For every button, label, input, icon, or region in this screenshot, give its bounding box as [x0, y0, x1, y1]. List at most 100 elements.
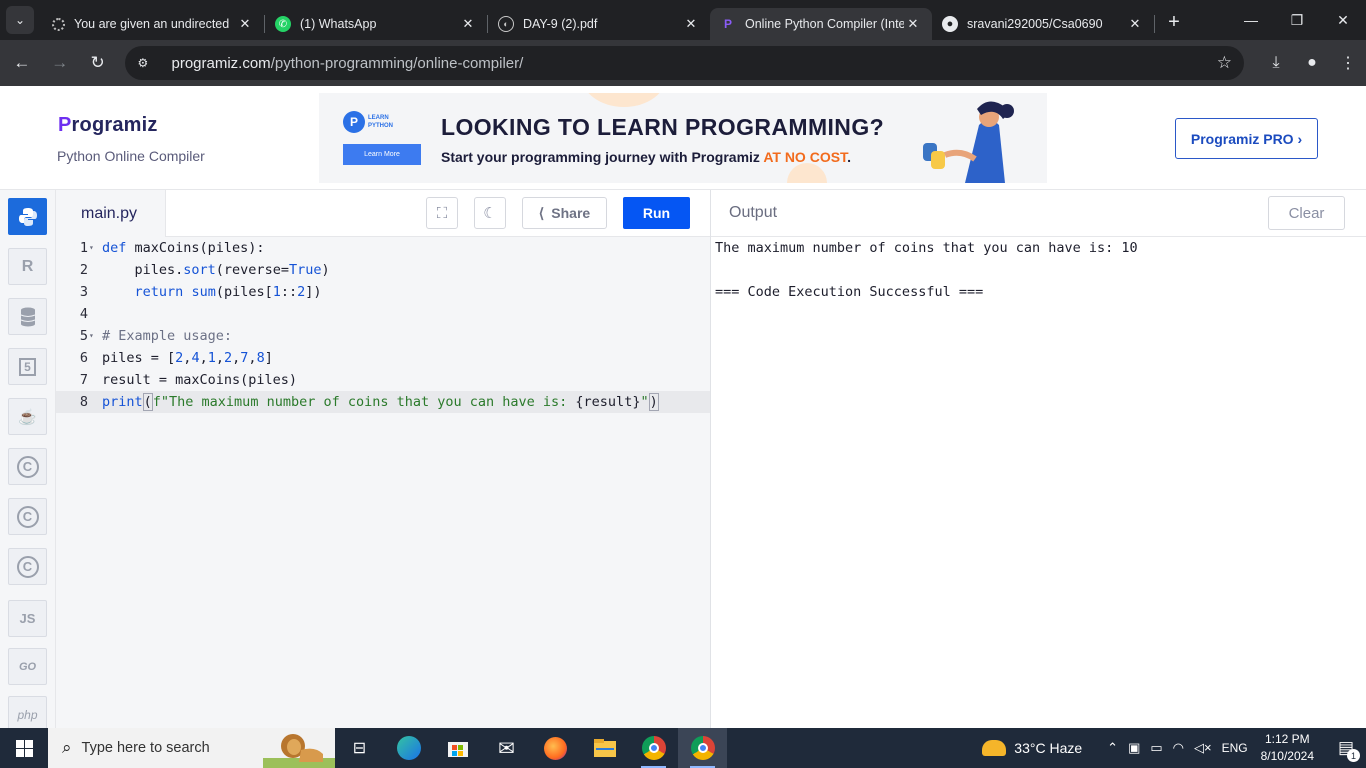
language-javascript[interactable]: JS — [8, 600, 47, 637]
mail-icon[interactable]: ✉ — [482, 728, 531, 768]
input-language[interactable]: ENG — [1222, 741, 1248, 755]
fold-arrow-icon[interactable]: ▾ — [89, 325, 94, 347]
close-window-icon[interactable]: ✕ — [1320, 0, 1366, 40]
forward-arrow-icon[interactable]: → — [42, 45, 78, 81]
address-bar[interactable]: ⚙ programiz.com/python-programming/onlin… — [125, 46, 1245, 80]
python-icon — [18, 207, 37, 226]
ad-banner[interactable]: P LEARN PYTHON Learn More LOOKING TO LEAR… — [319, 93, 1047, 183]
programiz-pro-button[interactable]: Programiz PRO › — [1175, 118, 1318, 159]
tab-title: Online Python Compiler (Inte — [745, 17, 904, 31]
language-r[interactable]: R — [8, 248, 47, 285]
system-tray: 33°C Haze ⌃ ▣ ▭ ◠ ◁× ENG 1:12 PM 8/10/20… — [982, 728, 1366, 768]
token: piles = [ — [102, 350, 176, 366]
close-icon[interactable]: ✕ — [459, 16, 477, 32]
lion-decoration-icon — [263, 734, 335, 768]
output-header: Output Clear — [711, 190, 1366, 237]
code-line-current[interactable]: 8 print(f"The maximum number of coins th… — [56, 391, 710, 413]
token: ]) — [305, 284, 322, 300]
close-icon[interactable]: ✕ — [682, 16, 700, 32]
language-html[interactable]: 5 — [8, 348, 47, 385]
menu-kebab-icon[interactable]: ⋮ — [1330, 45, 1366, 81]
bookmark-star-icon[interactable]: ☆ — [1217, 53, 1232, 73]
chrome-active-icon[interactable] — [678, 728, 727, 768]
task-view-icon[interactable]: ⊟ — [335, 728, 384, 768]
chevron-up-icon[interactable]: ⌃ — [1107, 740, 1118, 756]
close-icon[interactable]: ✕ — [904, 16, 922, 32]
learn-more-button[interactable]: Learn More — [343, 144, 421, 165]
notification-center-button[interactable]: ▤ 1 — [1326, 728, 1366, 768]
js-icon: JS — [19, 611, 36, 626]
profile-icon[interactable]: ● — [1294, 45, 1330, 81]
openai-icon — [52, 17, 65, 31]
meet-now-icon[interactable]: ▣ — [1128, 740, 1140, 756]
browser-tab-active[interactable]: P Online Python Compiler (Inte ✕ — [710, 8, 932, 40]
weather-widget[interactable]: 33°C Haze — [982, 740, 1082, 756]
close-icon[interactable]: ✕ — [1126, 16, 1144, 32]
code-text: piles.sort(reverse=True) — [102, 259, 330, 281]
java-icon: ☕ — [18, 408, 37, 426]
new-tab-button[interactable]: + — [1159, 11, 1189, 34]
restore-icon[interactable]: ❐ — [1274, 0, 1320, 40]
token: sort — [183, 262, 216, 278]
code-text: piles = [2,4,1,2,7,8] — [102, 347, 273, 369]
microsoft-store-icon[interactable] — [433, 728, 482, 768]
code-text: return sum(piles[1::2]) — [102, 281, 322, 303]
code-line[interactable]: 1 ▾ def maxCoins(piles): — [56, 237, 710, 259]
token: 8 — [256, 350, 265, 366]
file-explorer-icon[interactable] — [580, 728, 629, 768]
browser-tab[interactable]: You are given an undirected ✕ — [42, 8, 264, 40]
code-editor[interactable]: 1 ▾ def maxCoins(piles): 2 piles.sort(re… — [56, 237, 710, 728]
wifi-icon[interactable]: ◠ — [1173, 740, 1184, 756]
taskbar-search[interactable]: ⌕ Type here to search — [48, 728, 335, 768]
language-python[interactable] — [8, 198, 47, 235]
browser-tab[interactable]: ● sravani292005/Csa0690 ✕ — [932, 8, 1154, 40]
code-line[interactable]: 3 return sum(piles[1::2]) — [56, 281, 710, 303]
language-java[interactable]: ☕ — [8, 398, 47, 435]
run-button[interactable]: Run — [623, 197, 690, 229]
code-line[interactable]: 6 piles = [2,4,1,2,7,8] — [56, 347, 710, 369]
banner-decoration — [581, 93, 667, 107]
reload-icon[interactable]: ↻ — [80, 45, 116, 81]
battery-icon[interactable]: ▭ — [1150, 740, 1162, 756]
download-icon[interactable]: ⤓ — [1258, 45, 1294, 81]
token-bracket-match: ( — [142, 393, 153, 411]
language-cpp[interactable]: C — [8, 498, 47, 535]
weather-text: 33°C Haze — [1014, 740, 1083, 756]
language-go[interactable]: GO — [8, 648, 47, 685]
tab-separator — [1154, 15, 1155, 33]
dark-mode-button[interactable]: ☾ — [474, 197, 506, 229]
browser-tab[interactable]: ◐ DAY-9 (2).pdf ✕ — [488, 8, 710, 40]
taskbar-clock[interactable]: 1:12 PM 8/10/2024 — [1261, 731, 1314, 765]
start-button[interactable] — [0, 728, 48, 768]
code-line[interactable]: 2 piles.sort(reverse=True) — [56, 259, 710, 281]
programiz-logo[interactable]: Programiz — [58, 114, 158, 137]
output-title: Output — [729, 204, 778, 221]
fullscreen-button[interactable]: ⛶ — [426, 197, 458, 229]
site-info-icon[interactable]: ⚙ — [137, 56, 157, 70]
line-number: 6 — [79, 350, 88, 366]
fold-arrow-icon[interactable]: ▾ — [89, 237, 94, 259]
minimize-icon[interactable]: — — [1228, 0, 1274, 40]
firefox-icon[interactable] — [531, 728, 580, 768]
language-sql[interactable] — [8, 298, 47, 335]
token: , — [215, 350, 224, 366]
back-arrow-icon[interactable]: ← — [4, 45, 40, 81]
tab-search-button[interactable]: ⌄ — [6, 6, 34, 34]
code-line[interactable]: 5 ▾ # Example usage: — [56, 325, 710, 347]
file-tab-main[interactable]: main.py — [56, 190, 166, 237]
window-controls: — ❐ ✕ — [1228, 0, 1366, 40]
language-csharp[interactable]: C — [8, 548, 47, 585]
edge-icon[interactable] — [384, 728, 433, 768]
code-line[interactable]: 7 result = maxCoins(piles) — [56, 369, 710, 391]
share-button[interactable]: ⟨ Share — [522, 197, 607, 229]
close-icon[interactable]: ✕ — [236, 16, 254, 32]
fullscreen-icon: ⛶ — [436, 204, 448, 222]
language-c[interactable]: C — [8, 448, 47, 485]
clear-button[interactable]: Clear — [1268, 196, 1345, 230]
chrome-icon[interactable] — [629, 728, 678, 768]
output-console[interactable]: The maximum number of coins that you can… — [711, 237, 1366, 728]
code-line[interactable]: 4 — [56, 303, 710, 325]
browser-tab[interactable]: ✆ (1) WhatsApp ✕ — [265, 8, 487, 40]
r-icon: R — [21, 257, 34, 275]
speaker-muted-icon[interactable]: ◁× — [1194, 740, 1212, 756]
